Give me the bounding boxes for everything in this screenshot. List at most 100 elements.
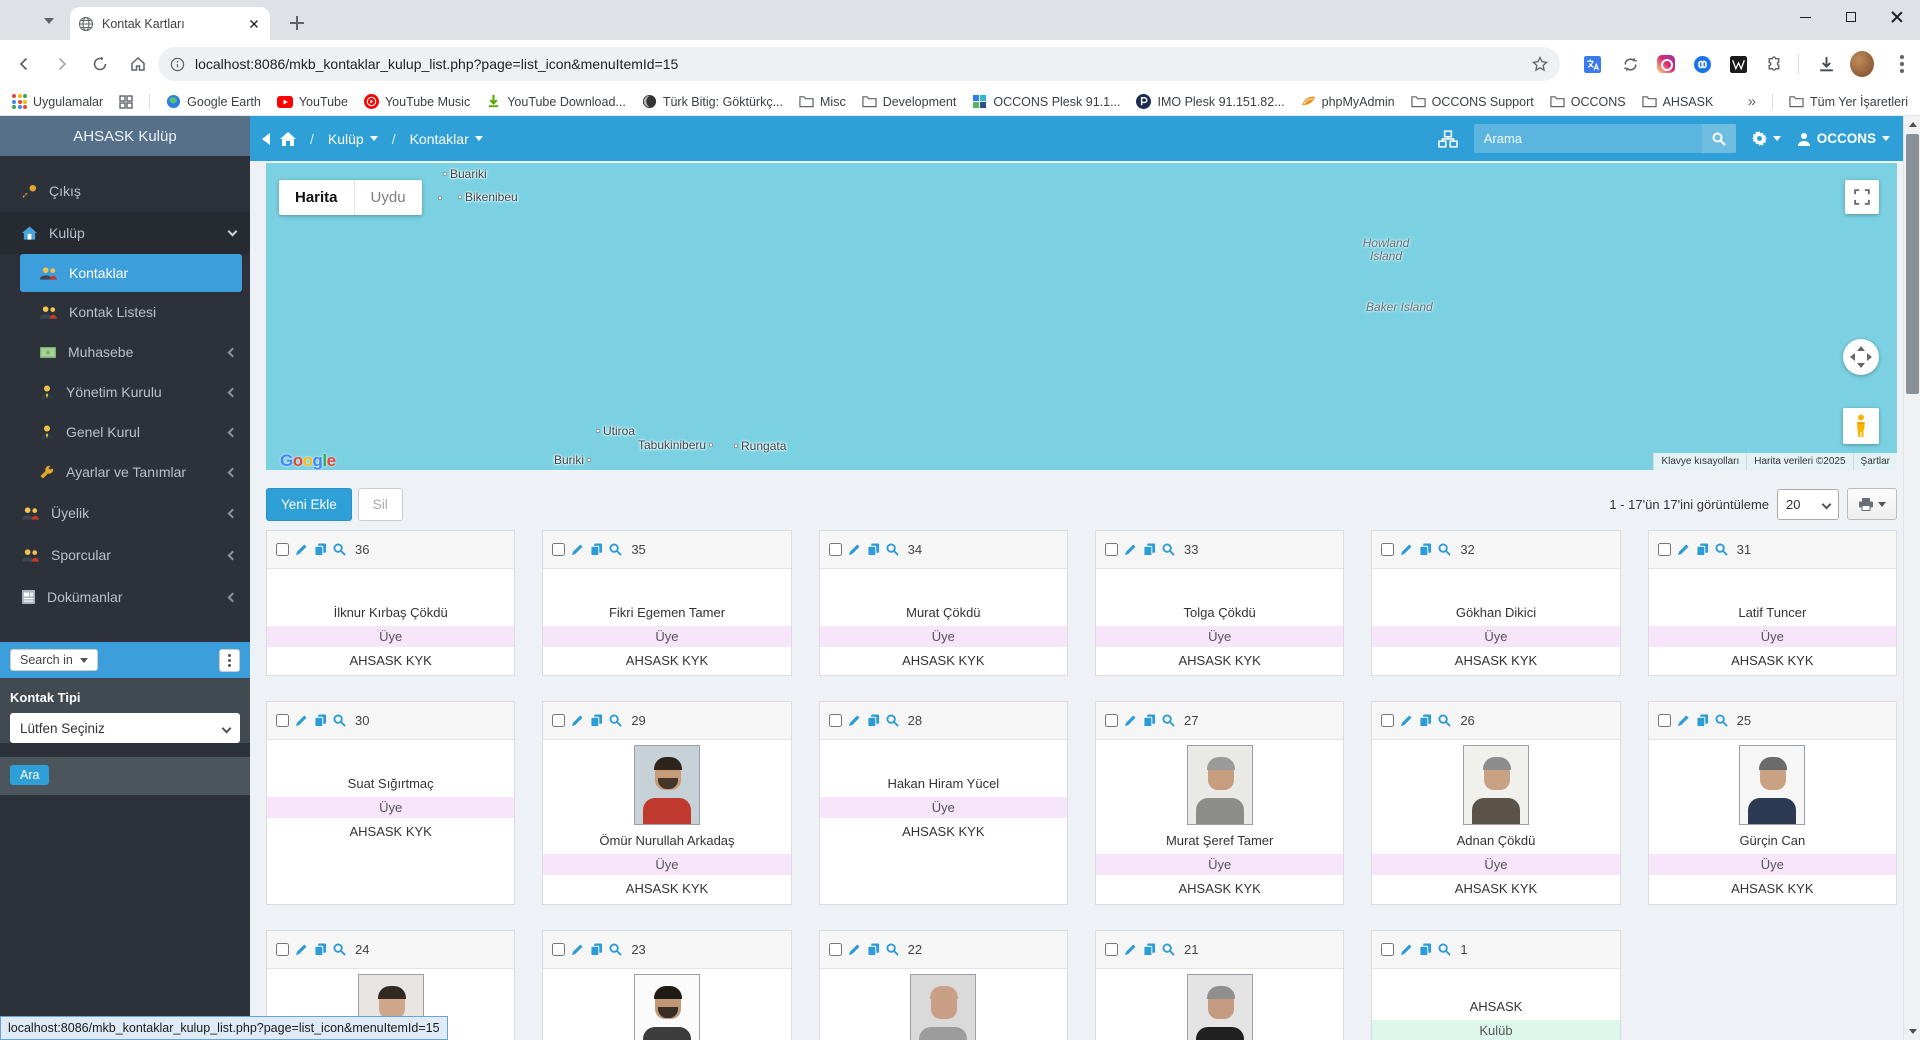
- wikipedia-extension-icon[interactable]: [1726, 52, 1750, 76]
- bookmark-occons-plesk[interactable]: OCCONS Plesk 91.1...: [972, 94, 1120, 109]
- copy-icon[interactable]: [314, 714, 327, 727]
- all-bookmarks-folder[interactable]: Tüm Yer İşaretleri: [1789, 95, 1908, 109]
- bookmark-folder-development[interactable]: Development: [862, 95, 957, 109]
- keyboard-shortcuts-link[interactable]: Klavye kısayolları: [1653, 453, 1746, 470]
- copy-icon[interactable]: [1419, 714, 1432, 727]
- view-icon[interactable]: [609, 943, 622, 956]
- minimize-button[interactable]: [1782, 0, 1828, 34]
- back-button[interactable]: [10, 50, 38, 78]
- sidebar-item-cikis[interactable]: Çıkış: [0, 170, 250, 212]
- translate-extension-icon[interactable]: [1580, 52, 1604, 76]
- sidebar-item-muhasebe[interactable]: Muhasebe: [0, 332, 250, 372]
- view-icon[interactable]: [886, 943, 899, 956]
- edit-icon[interactable]: [1677, 543, 1690, 556]
- map-type-uydu-button[interactable]: Uydu: [354, 180, 422, 215]
- bookmark-folder-occons-support[interactable]: OCCONS Support: [1411, 95, 1534, 109]
- sidebar-item-ayarlar[interactable]: Ayarlar ve Tanımlar: [0, 452, 250, 492]
- copy-icon[interactable]: [1143, 943, 1156, 956]
- bookmark-folder-ahsask[interactable]: AHSASK: [1642, 95, 1714, 109]
- sidebar-item-yonetim-kurulu[interactable]: Yönetim Kurulu: [0, 372, 250, 412]
- view-icon[interactable]: [1162, 714, 1175, 727]
- edit-icon[interactable]: [295, 543, 308, 556]
- copy-icon[interactable]: [1696, 714, 1709, 727]
- bookmark-imo-plesk[interactable]: IMO Plesk 91.151.82...: [1136, 94, 1284, 109]
- view-icon[interactable]: [333, 543, 346, 556]
- scroll-down-button[interactable]: [1904, 1023, 1920, 1040]
- browser-tab[interactable]: Kontak Kartları: [70, 7, 270, 40]
- card-checkbox[interactable]: [1105, 943, 1118, 956]
- tab-close-icon[interactable]: [246, 16, 262, 32]
- yeni-ekle-button[interactable]: Yeni Ekle: [266, 488, 352, 521]
- copy-icon[interactable]: [314, 943, 327, 956]
- page-size-select[interactable]: 20: [1777, 489, 1839, 520]
- google-logo[interactable]: Google: [280, 451, 336, 470]
- edit-icon[interactable]: [1400, 943, 1413, 956]
- bookmark-youtube[interactable]: YouTube: [277, 95, 348, 109]
- sidebar-item-genel-kurul[interactable]: Genel Kurul: [0, 412, 250, 452]
- edit-icon[interactable]: [848, 714, 861, 727]
- breadcrumb-kontaklar[interactable]: Kontaklar: [410, 131, 483, 147]
- view-icon[interactable]: [1438, 543, 1451, 556]
- copy-icon[interactable]: [1143, 543, 1156, 556]
- card-checkbox[interactable]: [1105, 714, 1118, 727]
- home-icon[interactable]: [280, 132, 296, 146]
- search-submit-button[interactable]: [1702, 124, 1736, 153]
- edit-icon[interactable]: [295, 714, 308, 727]
- edit-icon[interactable]: [1124, 943, 1137, 956]
- view-icon[interactable]: [333, 714, 346, 727]
- edit-icon[interactable]: [571, 714, 584, 727]
- sidebar-item-kontaklar[interactable]: Kontaklar: [20, 254, 242, 292]
- kontak-tipi-select[interactable]: Lütfen Seçiniz: [10, 713, 240, 743]
- url-text[interactable]: localhost:8086/mkb_kontaklar_kulup_list.…: [195, 56, 1522, 72]
- search-input[interactable]: [1474, 131, 1702, 146]
- view-icon[interactable]: [886, 543, 899, 556]
- view-icon[interactable]: [1438, 943, 1451, 956]
- maximize-button[interactable]: [1828, 0, 1874, 34]
- view-icon[interactable]: [1162, 543, 1175, 556]
- infinity-extension-icon[interactable]: [1690, 52, 1714, 76]
- card-checkbox[interactable]: [1381, 943, 1394, 956]
- apps-shortcut[interactable]: Uygulamalar: [12, 94, 103, 109]
- user-menu[interactable]: OCCONS: [1797, 131, 1890, 146]
- scroll-up-button[interactable]: [1904, 116, 1920, 133]
- site-info-icon[interactable]: [170, 57, 185, 72]
- bookmark-star-icon[interactable]: [1532, 56, 1548, 72]
- edit-icon[interactable]: [848, 543, 861, 556]
- settings-dropdown[interactable]: [1752, 131, 1781, 146]
- copy-icon[interactable]: [1143, 714, 1156, 727]
- card-checkbox[interactable]: [552, 543, 565, 556]
- address-bar[interactable]: localhost:8086/mkb_kontaklar_kulup_list.…: [158, 47, 1560, 81]
- sidebar-item-kulup[interactable]: Kulüp: [0, 212, 250, 254]
- downloads-icon[interactable]: [1814, 52, 1838, 76]
- view-icon[interactable]: [886, 714, 899, 727]
- card-checkbox[interactable]: [829, 714, 842, 727]
- copy-icon[interactable]: [1696, 543, 1709, 556]
- card-checkbox[interactable]: [829, 943, 842, 956]
- sitemap-icon[interactable]: [1438, 130, 1458, 148]
- bookmark-google-earth[interactable]: Google Earth: [166, 94, 261, 109]
- bookmarks-overflow-button[interactable]: »: [1748, 93, 1756, 110]
- collapse-sidebar-icon[interactable]: [262, 133, 270, 145]
- breadcrumb-kulup[interactable]: Kulüp: [328, 131, 378, 147]
- copy-icon[interactable]: [1419, 543, 1432, 556]
- extensions-puzzle-icon[interactable]: [1762, 52, 1786, 76]
- profile-avatar[interactable]: [1850, 52, 1874, 76]
- search-options-button[interactable]: [219, 649, 240, 672]
- edit-icon[interactable]: [571, 943, 584, 956]
- copy-icon[interactable]: [590, 943, 603, 956]
- map-canvas[interactable]: Buariki Bikenibeu HowlandIsland Baker Is…: [266, 163, 1897, 470]
- bookmark-youtube-download[interactable]: YouTube Download...: [486, 94, 626, 109]
- card-checkbox[interactable]: [276, 943, 289, 956]
- view-icon[interactable]: [1715, 543, 1728, 556]
- card-checkbox[interactable]: [1381, 714, 1394, 727]
- new-tab-button[interactable]: [284, 10, 310, 36]
- scrollbar-thumb[interactable]: [1906, 134, 1919, 394]
- home-button[interactable]: [124, 50, 152, 78]
- print-button[interactable]: [1847, 488, 1897, 520]
- vertical-scrollbar[interactable]: [1903, 116, 1920, 1040]
- sil-button[interactable]: Sil: [358, 488, 403, 521]
- view-icon[interactable]: [333, 943, 346, 956]
- bookmark-phpmyadmin[interactable]: phpMyAdmin: [1301, 94, 1395, 109]
- edit-icon[interactable]: [571, 543, 584, 556]
- copy-icon[interactable]: [867, 943, 880, 956]
